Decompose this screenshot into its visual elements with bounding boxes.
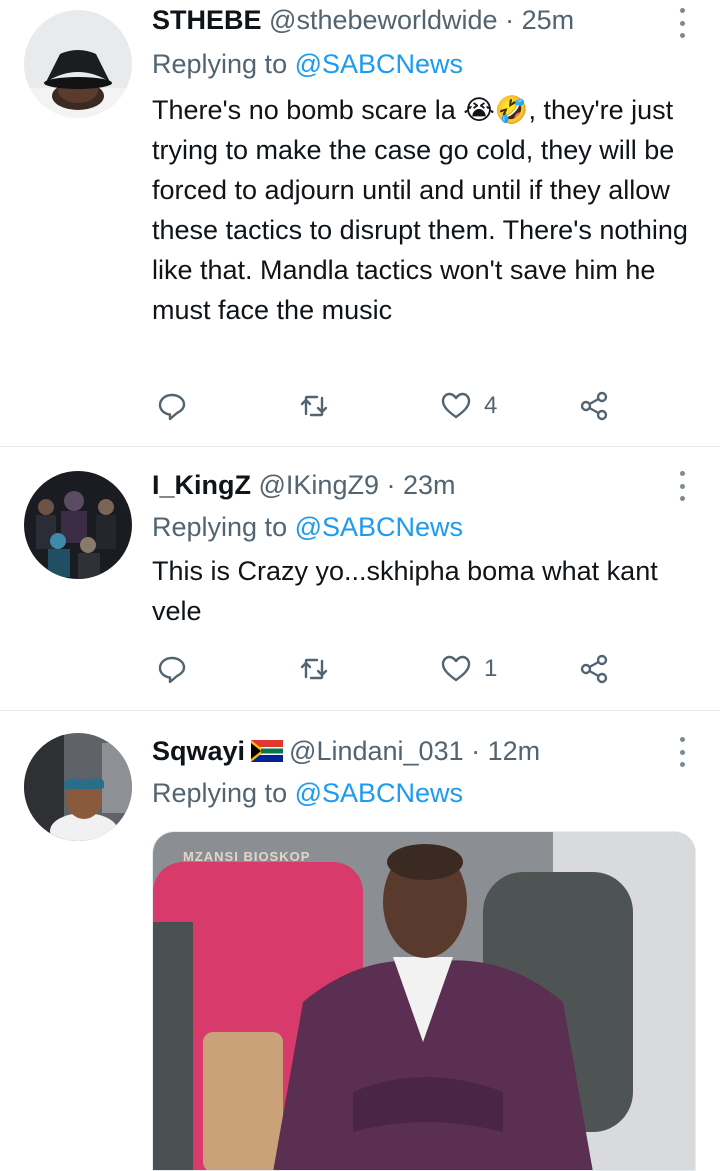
share-button[interactable] bbox=[578, 651, 610, 687]
media-image bbox=[153, 832, 695, 1170]
like-icon bbox=[441, 392, 471, 419]
tweet-card[interactable]: STHEBE @sthebeworldwide · 25m Replying t… bbox=[0, 0, 720, 447]
avatar[interactable] bbox=[24, 733, 132, 841]
action-bar: 4 bbox=[152, 388, 622, 424]
tweet-text: There's no bomb scare la 😭🤣, they're jus… bbox=[152, 95, 688, 325]
media-watermark: MZANSI BIOSKOP bbox=[183, 849, 311, 864]
tweet-card[interactable]: I_KingZ @IKingZ9 · 23m Replying to @SABC… bbox=[0, 447, 720, 711]
tweet-media[interactable]: MZANSI BIOSKOP bbox=[152, 831, 696, 1171]
mention-link[interactable]: @SABCNews bbox=[295, 512, 463, 542]
reply-button[interactable] bbox=[156, 651, 188, 687]
separator-dot: · bbox=[505, 5, 515, 35]
timestamp[interactable]: 12m bbox=[488, 736, 541, 766]
display-name[interactable]: I_KingZ bbox=[152, 470, 251, 500]
user-handle[interactable]: @sthebeworldwide bbox=[269, 5, 498, 35]
avatar-bucket-hat-icon bbox=[24, 10, 132, 118]
share-button[interactable] bbox=[578, 388, 610, 424]
action-bar: 1 bbox=[152, 651, 622, 687]
mention-link[interactable]: @SABCNews bbox=[295, 778, 463, 808]
timestamp[interactable]: 23m bbox=[403, 470, 456, 500]
tweet-text: This is Crazy yo...skhipha boma what kan… bbox=[152, 556, 658, 626]
like-count: 4 bbox=[484, 392, 498, 419]
tweet-header: I_KingZ @IKingZ9 · 23m bbox=[152, 467, 660, 503]
replying-to: Replying to @SABCNews bbox=[152, 46, 463, 82]
replying-prefix: Replying to bbox=[152, 49, 288, 79]
avatar-group-photo-icon bbox=[24, 471, 132, 579]
user-handle[interactable]: @Lindani_031 bbox=[289, 736, 464, 766]
avatar-beanie-car-icon bbox=[24, 733, 132, 841]
retweet-icon bbox=[300, 395, 328, 417]
retweet-button[interactable] bbox=[298, 388, 330, 424]
timestamp[interactable]: 25m bbox=[522, 5, 575, 35]
mention-link[interactable]: @SABCNews bbox=[295, 49, 463, 79]
like-count: 1 bbox=[484, 655, 498, 682]
retweet-icon bbox=[300, 658, 328, 680]
replying-prefix: Replying to bbox=[152, 512, 288, 542]
like-button[interactable]: 4 bbox=[440, 388, 497, 424]
display-name[interactable]: Sqwayi bbox=[152, 736, 245, 766]
retweet-button[interactable] bbox=[298, 651, 330, 687]
south-africa-flag-icon bbox=[251, 739, 284, 762]
avatar[interactable] bbox=[24, 471, 132, 579]
replying-to: Replying to @SABCNews bbox=[152, 775, 463, 811]
share-icon bbox=[580, 391, 608, 421]
reply-feed: STHEBE @sthebeworldwide · 25m Replying t… bbox=[0, 0, 720, 1171]
separator-dot: · bbox=[471, 736, 481, 766]
more-icon[interactable] bbox=[674, 8, 690, 38]
reply-button[interactable] bbox=[156, 388, 188, 424]
user-handle[interactable]: @IKingZ9 bbox=[259, 470, 379, 500]
share-icon bbox=[580, 654, 608, 684]
more-icon[interactable] bbox=[674, 737, 690, 767]
reply-icon bbox=[158, 656, 186, 684]
avatar[interactable] bbox=[24, 10, 132, 118]
tweet-header: STHEBE @sthebeworldwide · 25m bbox=[152, 2, 660, 38]
replying-prefix: Replying to bbox=[152, 778, 288, 808]
display-name[interactable]: STHEBE bbox=[152, 5, 262, 35]
more-icon[interactable] bbox=[674, 471, 690, 501]
like-button[interactable]: 1 bbox=[440, 651, 497, 687]
replying-to: Replying to @SABCNews bbox=[152, 509, 463, 545]
tweet-card[interactable]: Sqwayi @Lindani_031 · 12m Replying to @S… bbox=[0, 711, 720, 1171]
separator-dot: · bbox=[386, 470, 396, 500]
reply-icon bbox=[158, 393, 186, 421]
tweet-header: Sqwayi @Lindani_031 · 12m bbox=[152, 733, 660, 769]
like-icon bbox=[441, 655, 471, 682]
